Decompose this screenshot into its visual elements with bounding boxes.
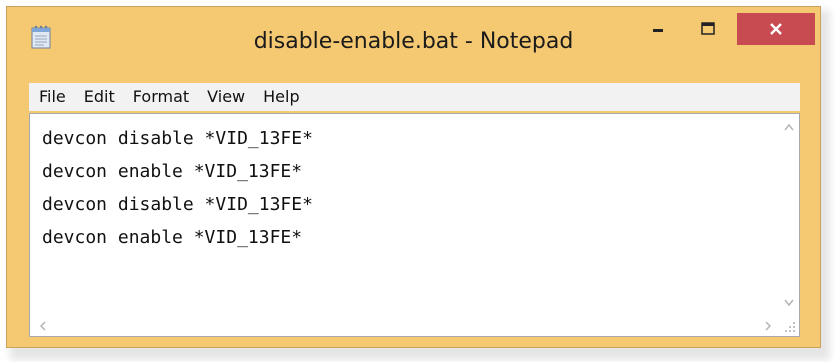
- maximize-icon: [701, 22, 715, 35]
- menu-help[interactable]: Help: [254, 83, 308, 111]
- chevron-right-icon[interactable]: [763, 320, 773, 332]
- editor-text[interactable]: devcon disable *VID_13FE*devcon enable *…: [42, 122, 313, 254]
- menu-edit[interactable]: Edit: [75, 83, 124, 111]
- close-icon: [770, 23, 782, 35]
- resize-grip-icon: [785, 322, 795, 332]
- text-line: devcon disable *VID_13FE*: [42, 194, 313, 215]
- chevron-left-icon[interactable]: [38, 320, 48, 332]
- window-title: disable-enable.bat - Notepad: [253, 29, 574, 54]
- maximize-button[interactable]: [685, 13, 731, 45]
- text-line: devcon enable *VID_13FE*: [42, 227, 303, 248]
- text-editor[interactable]: devcon disable *VID_13FE*devcon enable *…: [29, 113, 800, 337]
- menu-file[interactable]: File: [29, 83, 75, 111]
- close-button[interactable]: [737, 13, 815, 45]
- title-bar[interactable]: disable-enable.bat - Notepad: [7, 7, 820, 63]
- menu-view[interactable]: View: [198, 83, 254, 111]
- text-line: devcon disable *VID_13FE*: [42, 128, 313, 149]
- text-line: devcon enable *VID_13FE*: [42, 161, 303, 182]
- minimize-button[interactable]: [635, 13, 681, 45]
- vertical-scrollbar[interactable]: [779, 114, 799, 314]
- minimize-icon: [653, 29, 663, 32]
- chevron-down-icon[interactable]: [783, 298, 795, 308]
- menu-format[interactable]: Format: [124, 83, 198, 111]
- menu-bar: File Edit Format View Help: [29, 83, 800, 111]
- chevron-up-icon[interactable]: [783, 122, 795, 132]
- notepad-window: disable-enable.bat - Notepad File Edit F…: [6, 6, 821, 348]
- horizontal-scrollbar[interactable]: [30, 314, 779, 336]
- resize-grip[interactable]: [779, 314, 799, 336]
- notepad-icon: [31, 25, 51, 49]
